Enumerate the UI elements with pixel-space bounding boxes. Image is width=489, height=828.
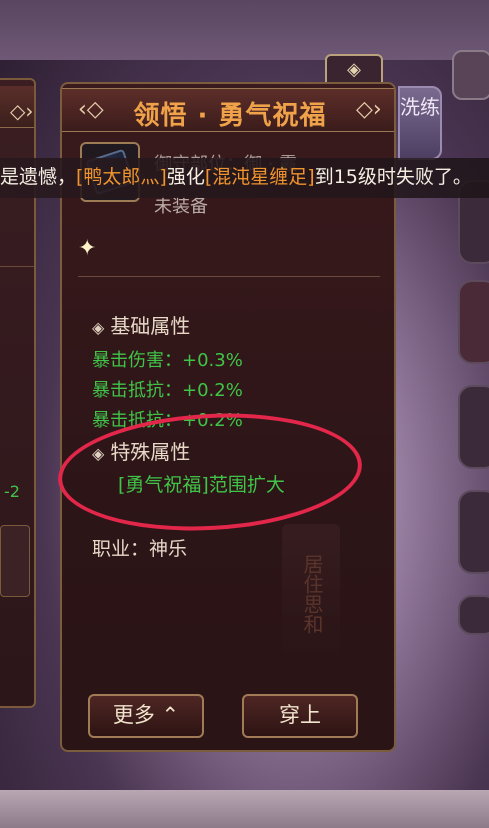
wear-button-label: 穿上 [279, 703, 321, 727]
wear-button[interactable]: 穿上 [242, 694, 358, 738]
sparkle-icon: ✦ [78, 236, 97, 261]
system-notice: 是遗憾，[鸭太郎灬]强化[混沌星缠足]到15级时失败了。 [0, 158, 489, 198]
notice-suffix: 到15级时失败了。 [314, 166, 472, 188]
chevron-right-icon[interactable]: ◇› [10, 99, 33, 123]
left-attr-value: -2 [4, 482, 20, 501]
divider [0, 266, 34, 267]
notice-player: [鸭太郎灬] [76, 166, 167, 188]
panel-title: 领悟 · 勇气祝福 [133, 101, 327, 131]
attribute-row: 暴击伤害：+0.3% [92, 350, 243, 371]
left-slot[interactable] [0, 525, 30, 597]
panel-header: ‹◇ 领悟 · 勇气祝福 ◇› [62, 88, 394, 132]
notice-prefix: 是遗憾， [0, 166, 77, 188]
notice-action: 强化 [166, 166, 205, 188]
equipment-slot[interactable] [458, 490, 489, 574]
diamond-bullet-icon: ◈ [92, 318, 105, 337]
top-background [0, 0, 489, 60]
chevron-right-icon[interactable]: ◇› [356, 97, 382, 122]
tab-refine[interactable]: 洗练 [398, 86, 442, 160]
chevron-left-icon[interactable]: ‹◇ [78, 97, 104, 122]
left-panel-header: ◇› [0, 86, 34, 128]
more-button-label: 更多 [112, 703, 155, 727]
right-top-tab[interactable] [452, 50, 489, 100]
chevron-up-icon: ⌃ [154, 703, 180, 727]
job-requirement: 职业：神乐 [92, 538, 188, 560]
bottom-background [0, 790, 489, 828]
equipment-slot[interactable] [458, 595, 489, 635]
basic-attributes-heading: ◈ 基础属性 [92, 310, 190, 339]
scroll-text: 居住思和 [300, 554, 324, 634]
more-button[interactable]: 更多 ⌃ [88, 694, 204, 738]
scroll-decoration: 居住思和 [282, 524, 340, 664]
equipment-slot[interactable] [458, 280, 489, 364]
basic-attributes-label: 基础属性 [110, 314, 191, 338]
divider [78, 276, 380, 277]
notice-item: [混沌星缠足] [204, 166, 315, 188]
attribute-row: 暴击抵抗：+0.2% [92, 380, 243, 401]
equipment-slot[interactable] [458, 385, 489, 469]
